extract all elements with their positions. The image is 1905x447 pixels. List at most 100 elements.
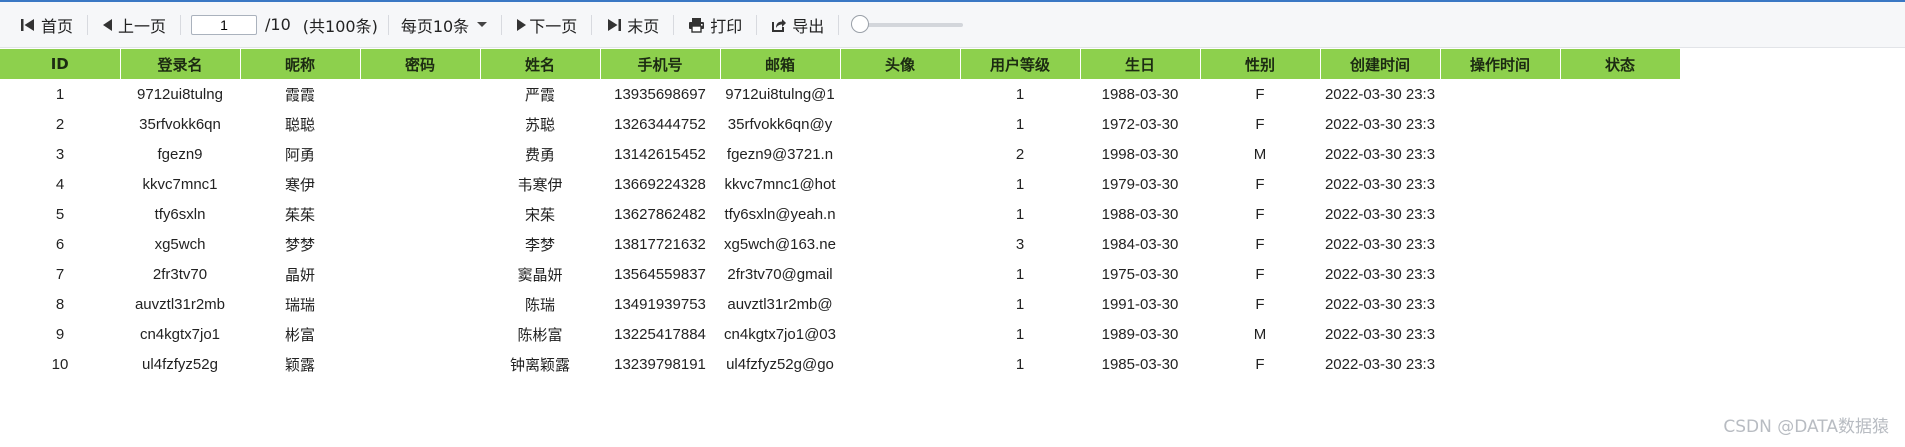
table-cell: 13263444752 xyxy=(614,115,706,133)
table-row[interactable]: 4 kkvc7mnc1 寒伊 韦寒伊 13669224328 kkvc7mnc1@hot 1… xyxy=(0,169,1680,199)
print-label: 打印 xyxy=(710,16,743,36)
page-total-text: /10 xyxy=(265,15,291,34)
table-row[interactable]: 2 35rfvokk6qn 聪聪 苏聪 13263444752 35rfvokk6qn@y… xyxy=(0,109,1680,139)
zoom-slider[interactable] xyxy=(851,14,964,35)
table-cell: 1991-03-30 xyxy=(1101,295,1179,313)
column-header[interactable]: 手机号 xyxy=(600,49,721,79)
print-button[interactable]: 打印 xyxy=(682,10,748,40)
table-cell: 2022-03-30 23:3 xyxy=(1324,85,1436,103)
table-cell xyxy=(840,289,960,319)
table-cell: 1985-03-30 xyxy=(1101,355,1179,373)
table-row[interactable]: 6 xg5wch 梦梦 李梦 13817721632 xg5wch@163.ne 3 1984… xyxy=(0,229,1680,259)
table-cell: 晶妍 xyxy=(284,266,315,284)
table-cell: 宋茱 xyxy=(524,206,555,224)
table-cell: 阿勇 xyxy=(284,146,315,164)
table-cell: xg5wch@163.ne xyxy=(724,235,836,253)
table-cell: F xyxy=(1255,235,1265,253)
table-row[interactable]: 8 auvztl31r2mb 瑞瑞 陈瑞 13491939753 auvztl31r2mb… xyxy=(0,289,1680,319)
table-cell: 13225417884 xyxy=(614,325,706,343)
last-page-button[interactable]: 末页 xyxy=(600,10,665,40)
table-cell: 费勇 xyxy=(524,146,555,164)
table-cell xyxy=(360,79,480,109)
column-header[interactable]: 邮箱 xyxy=(720,49,841,79)
table-cell xyxy=(840,139,960,169)
table-cell: 2022-03-30 23:3 xyxy=(1324,325,1436,343)
printer-icon xyxy=(688,17,705,33)
table-cell: 6 xyxy=(55,235,65,253)
pagination-toolbar: 首页 上一页 /10 (共100条) 每页10条 下一页 末页 打印 xyxy=(0,2,1905,48)
prev-page-button[interactable]: 上一页 xyxy=(96,10,172,40)
table-cell: 1972-03-30 xyxy=(1101,115,1179,133)
table-cell: 4 xyxy=(55,175,65,193)
table-cell: 2022-03-30 23:3 xyxy=(1324,235,1436,253)
table-cell: 钟离颖露 xyxy=(509,356,570,374)
page-size-select[interactable]: 每页10条 xyxy=(397,13,493,37)
table-row[interactable]: 5 tfy6sxln 茱茱 宋茱 13627862482 tfy6sxln@yeah.n 1… xyxy=(0,199,1680,229)
last-page-label: 末页 xyxy=(627,16,660,36)
table-cell: F xyxy=(1255,355,1265,373)
table-cell: 2 xyxy=(1015,145,1025,163)
table-cell xyxy=(1560,109,1680,139)
table-header-row: ID 登录名 昵称 密码 姓名 手机号 邮箱 头像 用户等级 生日 性别 创建时间 操作时间 状态 xyxy=(0,49,1681,79)
table-cell: 8 xyxy=(55,295,65,313)
table-cell xyxy=(1440,109,1560,139)
table-row[interactable]: 7 2fr3tv70 晶妍 窦晶妍 13564559837 2fr3tv70@gmail 1… xyxy=(0,259,1680,289)
table-cell xyxy=(1440,169,1560,199)
table-cell xyxy=(360,289,480,319)
next-page-label: 下一页 xyxy=(529,16,578,36)
table-cell: 1998-03-30 xyxy=(1101,145,1179,163)
column-header[interactable]: 生日 xyxy=(1080,49,1201,79)
page-number-input[interactable] xyxy=(191,14,258,35)
column-header[interactable]: 登录名 xyxy=(120,49,241,79)
table-row[interactable]: 3 fgezn9 阿勇 费勇 13142615452 fgezn9@3721.n 2 1998… xyxy=(0,139,1680,169)
table-cell: 2fr3tv70 xyxy=(152,265,208,283)
column-header[interactable]: 性别 xyxy=(1200,49,1321,79)
table-cell: cn4kgtx7jo1@03 xyxy=(724,325,836,343)
table-row[interactable]: 9 cn4kgtx7jo1 彬富 陈彬富 13225417884 cn4kgtx7jo1@… xyxy=(0,319,1680,349)
table-row[interactable]: 10 ul4fzfyz52g 颖露 钟离颖露 13239798191 ul4fzfyz52… xyxy=(0,349,1680,379)
next-page-button[interactable]: 下一页 xyxy=(510,10,583,40)
column-header[interactable]: 姓名 xyxy=(480,49,601,79)
table-cell: 13669224328 xyxy=(614,175,706,193)
column-header[interactable]: 创建时间 xyxy=(1320,49,1441,79)
table-cell: 窦晶妍 xyxy=(517,266,563,284)
table-cell: 1989-03-30 xyxy=(1101,325,1179,343)
table-cell xyxy=(840,349,960,379)
table-cell: 陈彬富 xyxy=(517,326,563,344)
table-cell: 陈瑞 xyxy=(524,296,555,314)
column-header[interactable]: 状态 xyxy=(1560,49,1681,79)
slider-handle[interactable] xyxy=(851,14,870,33)
export-button[interactable]: 导出 xyxy=(765,10,830,40)
table-cell xyxy=(840,229,960,259)
table-cell: F xyxy=(1255,205,1265,223)
table-cell xyxy=(840,79,960,109)
table-cell xyxy=(360,139,480,169)
column-header[interactable]: 用户等级 xyxy=(960,49,1081,79)
table-cell: 1975-03-30 xyxy=(1101,265,1179,283)
table-cell: kkvc7mnc1 xyxy=(142,175,218,193)
table-cell: 9 xyxy=(55,325,65,343)
table-cell: 彬富 xyxy=(284,326,315,344)
table-cell xyxy=(1560,139,1680,169)
column-header[interactable]: 昵称 xyxy=(240,49,361,79)
table-cell xyxy=(840,259,960,289)
table-cell xyxy=(360,259,480,289)
column-header[interactable]: 密码 xyxy=(360,49,481,79)
column-header[interactable]: ID xyxy=(0,49,121,79)
table-row[interactable]: 1 9712ui8tulng 霞霞 严霞 13935698697 9712ui8tulng… xyxy=(0,79,1680,109)
table-cell xyxy=(1560,259,1680,289)
table-cell: 颖露 xyxy=(284,356,315,374)
table-cell: 2022-03-30 23:3 xyxy=(1324,145,1436,163)
table-cell xyxy=(1440,139,1560,169)
table-cell xyxy=(360,169,480,199)
table-cell: 2022-03-30 23:3 xyxy=(1324,295,1436,313)
table-cell: 1979-03-30 xyxy=(1101,175,1179,193)
table-cell: 李梦 xyxy=(524,236,555,254)
table-cell xyxy=(1440,319,1560,349)
table-cell: 1988-03-30 xyxy=(1101,205,1179,223)
table-cell: F xyxy=(1255,175,1265,193)
table-cell: 苏聪 xyxy=(524,116,555,134)
column-header[interactable]: 操作时间 xyxy=(1440,49,1561,79)
column-header[interactable]: 头像 xyxy=(840,49,961,79)
first-page-button[interactable]: 首页 xyxy=(14,10,79,40)
